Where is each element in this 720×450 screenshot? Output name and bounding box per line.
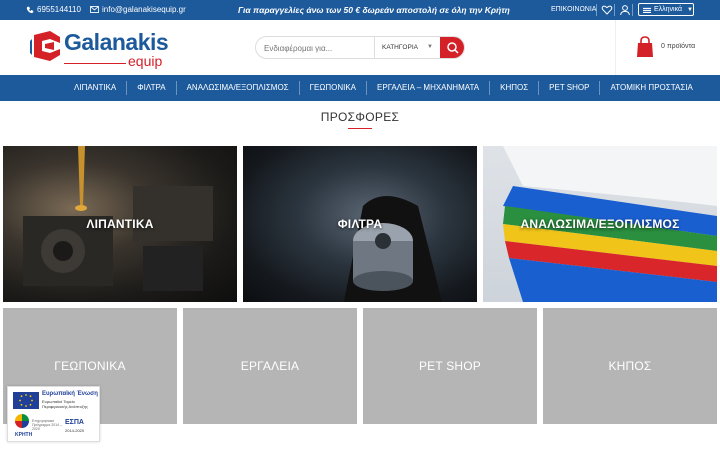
heart-icon[interactable] [601, 4, 613, 16]
category-select-label: ΚΑΤΗΓΟΡΙΑ [382, 44, 418, 51]
espa-years: 2014-2020 [65, 428, 85, 433]
user-icon[interactable] [619, 4, 631, 16]
crete-label: ΚΡΗΤΗ [15, 432, 33, 438]
logo-subtitle: equip [128, 53, 163, 69]
eu-subtitle: Ευρωπαϊκό Ταμείο Περιφερειακής Ανάπτυξης [42, 399, 88, 409]
nav-item-filters[interactable]: ΦΙΛΤΡΑ [127, 75, 175, 101]
offer-tile-label: ΓΕΩΠΟΝΙΚΑ [54, 359, 126, 373]
crete-program-label: Επιχειρησιακό Πρόγραμμα 2014 – 2020 [32, 419, 62, 431]
search-input[interactable] [264, 41, 372, 55]
espa-label: ΕΣΠΑ [65, 419, 84, 426]
offer-tile-label: PET SHOP [418, 359, 482, 373]
nav-item-tools[interactable]: ΕΡΓΑΛΕΙΑ – ΜΗΧΑΝΗΜΑΤΑ [367, 75, 489, 101]
offer-tile-pet-shop[interactable]: PET SHOP [363, 308, 537, 424]
nav-item-consumables[interactable]: ΑΝΑΛΩΣΙΜΑ/ΕΞΟΠΛΙΣΜΟΣ [177, 75, 299, 101]
mail-icon [90, 6, 99, 13]
chevron-down-icon: ▼ [427, 44, 433, 50]
offers-title: ΠΡΟΣΦΟΡΕΣ [320, 110, 400, 124]
cart-icon [637, 36, 653, 57]
logo-mark-icon [30, 31, 60, 61]
cart-count: 0 προϊόντα [661, 43, 696, 50]
eu-title: Ευρωπαϊκή Ένωση [42, 391, 98, 397]
offer-tile-label: ΕΡΓΑΛΕΙΑ [240, 359, 300, 373]
nav-item-garden[interactable]: ΚΗΠΟΣ [490, 75, 538, 101]
shipping-promo: Για παραγγελίες άνω των 50 € δωρεάν αποσ… [238, 5, 510, 15]
chevron-down-icon: ▼ [687, 6, 693, 13]
eu-funding-badge[interactable]: Ευρωπαϊκή Ένωση Ευρωπαϊκό Ταμείο Περιφερ… [7, 386, 100, 442]
nav-item-agricultural[interactable]: ΓΕΩΠΟΝΙΚΑ [300, 75, 366, 101]
logo-underline [64, 63, 126, 64]
divider [632, 4, 633, 16]
offer-tile-garden[interactable]: ΚΗΠΟΣ [543, 308, 717, 424]
search-bar: ΚΑΤΗΓΟΡΙΑ ▼ [255, 36, 465, 59]
contact-link[interactable]: ΕΠΙΚΟΙΝΩΝΙΑ [551, 6, 596, 13]
nav-item-lubricants[interactable]: ΛΙΠΑΝΤΙΚΑ [64, 75, 126, 101]
offer-tile-filters[interactable]: ΦΙΛΤΡΑ [243, 146, 477, 302]
site-header: Galanakis equip ΚΑΤΗΓΟΡΙΑ ▼ 0 προϊόντα [0, 20, 720, 75]
offers-title-underline [348, 128, 372, 129]
category-select[interactable]: ΚΑΤΗΓΟΡΙΑ ▼ [374, 37, 440, 58]
crete-program-icon [15, 414, 29, 428]
offer-tile-label: ΛΙΠΑΝΤΙΚΑ [86, 217, 154, 231]
eu-flag-icon [13, 392, 39, 409]
nav-item-protection[interactable]: ΑΤΟΜΙΚΗ ΠΡΟΣΤΑΣΙΑ [600, 75, 702, 101]
language-label: Ελληνικά [653, 6, 683, 13]
offer-tile-consumables[interactable]: ΑΝΑΛΩΣΙΜΑ/ΕΞΟΠΛΙΣΜΟΣ [483, 146, 717, 302]
main-nav: ΛΙΠΑΝΤΙΚΑ ΦΙΛΤΡΑ ΑΝΑΛΩΣΙΜΑ/ΕΞΟΠΛΙΣΜΟΣ ΓΕ… [0, 75, 720, 101]
offer-tile-label: ΦΙΛΤΡΑ [337, 217, 383, 231]
search-button[interactable] [440, 37, 464, 58]
divider [614, 4, 615, 16]
offer-tile-tools[interactable]: ΕΡΓΑΛΕΙΑ [183, 308, 357, 424]
language-selector[interactable]: Ελληνικά ▼ [638, 3, 694, 16]
email-link[interactable]: info@galanakisequip.gr [90, 5, 186, 14]
offer-tile-label: ΚΗΠΟΣ [608, 359, 652, 373]
site-logo[interactable]: Galanakis equip [28, 29, 169, 69]
logo-wordmark: Galanakis [64, 29, 169, 55]
phone-number: 6955144110 [37, 5, 81, 14]
divider [596, 4, 597, 16]
nav-item-pet-shop[interactable]: PET SHOP [539, 75, 599, 101]
email-address: info@galanakisequip.gr [102, 5, 186, 14]
cart-widget[interactable]: 0 προϊόντα [615, 20, 720, 75]
search-icon [447, 42, 459, 54]
top-bar: 6955144110 info@galanakisequip.gr Για πα… [0, 0, 720, 20]
phone-link[interactable]: 6955144110 [26, 5, 81, 14]
offer-tile-lubricants[interactable]: ΛΙΠΑΝΤΙΚΑ [3, 146, 237, 302]
phone-icon [26, 6, 34, 13]
offer-tile-label: ΑΝΑΛΩΣΙΜΑ/ΕΞΟΠΛΙΣΜΟΣ [520, 217, 680, 231]
greek-flag-icon [643, 6, 651, 13]
